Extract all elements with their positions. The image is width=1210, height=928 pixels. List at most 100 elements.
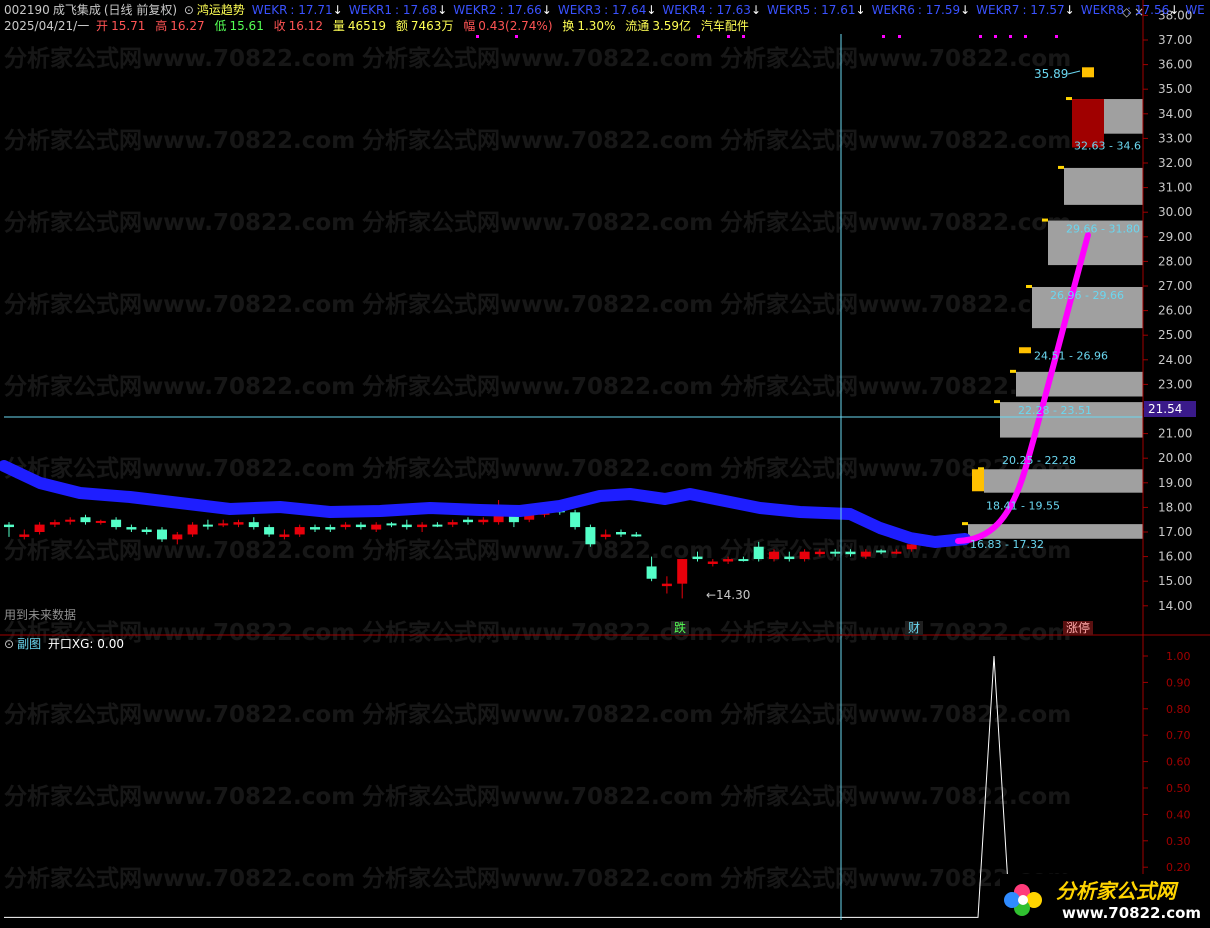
candle-body [707, 561, 718, 564]
wekr-item: WEKR3: 17.64↓ [558, 3, 660, 17]
watermark-text: 分析家公式网www.70822.com [720, 45, 1071, 72]
axis-label: 24.00 [1158, 353, 1192, 367]
watermark-text: 分析家公式网www.70822.com [362, 45, 713, 72]
candle-body [616, 532, 626, 535]
signal-dot [742, 35, 745, 38]
watermark-text: 分析家公式网www.70822.com [720, 127, 1071, 154]
axis-label: 16.00 [1158, 550, 1192, 564]
signal-dot [697, 35, 700, 38]
indicator-gear-icon[interactable]: ⊙ [184, 3, 194, 17]
candle-body [585, 527, 596, 545]
axis-label: 17.00 [1158, 525, 1192, 539]
amount-label: 额 [395, 19, 408, 33]
axis-label: 21.00 [1158, 427, 1192, 441]
sub-axis-label: 0.70 [1166, 729, 1191, 742]
candle-body [157, 529, 167, 540]
chart-window: { "header": { "code": "002190", "name": … [0, 0, 1210, 928]
sub-axis-label: 0.30 [1166, 835, 1191, 848]
wekr-label: WEKR8 [1080, 3, 1125, 17]
candle-body [447, 522, 458, 525]
signal-dot [476, 35, 479, 38]
zone-band [1016, 371, 1143, 397]
wekr-item: WEKR: 17.71↓ [252, 3, 346, 17]
signal-dot [1024, 35, 1027, 38]
sub-axis-label: 0.40 [1166, 808, 1191, 821]
axis-label: 26.00 [1158, 304, 1192, 318]
wekr-value: : 17.56 [1127, 3, 1170, 17]
axis-label: 18.00 [1158, 500, 1192, 514]
candle-body [784, 556, 795, 560]
signal-dot [1055, 35, 1058, 38]
title-bar: 002190 成飞集成 (日线 前复权) ⊙ 鸿运趋势 WEKR: 17.71↓ WEK… [4, 2, 1210, 18]
candle-body [65, 519, 76, 522]
sector-label[interactable]: 汽车配件 [701, 19, 749, 33]
candle-body [600, 534, 611, 537]
candle-body [401, 524, 412, 528]
low-arrow-icon: ← [706, 588, 716, 602]
quote-bar: 2025/04/21/一 开 15.71 高 16.27 低 15.61 收 16.12… [4, 18, 752, 34]
zone-label: 20.25 - 22.28 [1002, 454, 1076, 467]
candle-body [111, 519, 122, 528]
axis-label: 35.00 [1158, 82, 1192, 96]
watermark-text: 分析家公式网www.70822.com [4, 127, 355, 154]
candle-body [264, 527, 275, 535]
wekr-item: WE [1185, 3, 1210, 17]
watermark-text: 分析家公式网www.70822.com [4, 701, 355, 728]
logo-url: www.70822.com [1062, 904, 1200, 922]
wekr-item: WEKR5: 17.61↓ [767, 3, 869, 17]
wekr-value: : 17.66 [499, 3, 542, 17]
axis-label: 19.00 [1158, 476, 1192, 490]
indicator-name[interactable]: 鸿运趋势 [197, 3, 245, 17]
wekr-label: WEKR3 [557, 3, 602, 17]
wekr-value: : 17.71 [290, 3, 333, 17]
watermark-text: 分析家公式网www.70822.com [362, 701, 713, 728]
candle-body [248, 522, 259, 528]
candle-body [172, 534, 183, 540]
change-value: 0.43(2.74%) [478, 19, 553, 33]
watermark-text: 分析家公式网www.70822.com [720, 783, 1071, 810]
zone-marker [962, 522, 968, 526]
wekr-value: : 17.64 [604, 3, 647, 17]
candle-body [860, 551, 871, 557]
open-value: 15.71 [111, 19, 146, 33]
wekr-label: WEKR6 [871, 3, 915, 17]
sub-axis-label: 1.00 [1166, 650, 1191, 663]
candle-body [692, 556, 703, 560]
sub-axis-label: 0.60 [1166, 756, 1191, 769]
signal-die: 跌 [674, 620, 686, 635]
candle-body [753, 546, 764, 560]
price-axis: 38.0037.0036.0035.0034.0033.0032.0031.00… [1143, 8, 1192, 613]
candle-body [49, 522, 60, 525]
candle-body [310, 527, 320, 530]
zone-marker [1026, 284, 1032, 288]
wekr-label: WEKR2 [453, 3, 497, 17]
turnover-label: 换 [562, 19, 575, 33]
watermark-text: 分析家公式网www.70822.com [4, 455, 355, 482]
future-data-warning: 用到未来数据 [4, 607, 76, 622]
down-arrow-icon: ↓ [1169, 3, 1180, 17]
kline-chart[interactable]: 分析家公式网www.70822.com 分析家公式网www.70822.com 分析… [0, 0, 1210, 928]
wekr-value: : 17.59 [917, 3, 961, 17]
breakout-candle [1019, 347, 1031, 354]
candle-body [187, 524, 198, 535]
candle-body [646, 566, 657, 579]
watermark-text: 分析家公式网www.70822.com [4, 537, 355, 564]
candle-body [80, 517, 91, 523]
sub-gear-icon[interactable]: ⊙ [4, 637, 14, 651]
watermark-text: 分析家公式网www.70822.com [362, 455, 713, 482]
axis-label: 29.00 [1158, 230, 1192, 244]
stock-code[interactable]: 002190 [4, 3, 50, 17]
sub-title[interactable]: 副图 [17, 637, 41, 651]
period-label[interactable]: (日线 前复权) [104, 3, 177, 17]
top-candle [1082, 67, 1094, 78]
close-value: 16.12 [288, 19, 324, 33]
axis-label: 30.00 [1158, 205, 1192, 219]
watermark-text: 分析家公式网www.70822.com [362, 783, 713, 810]
wekr-label: WEKR7 [976, 3, 1020, 17]
candle-body [631, 534, 642, 537]
watermark-text: 分析家公式网www.70822.com [362, 865, 713, 892]
sub-axis-label: 0.20 [1166, 861, 1191, 874]
axis-label: 37.00 [1158, 33, 1192, 47]
axis-label: 27.00 [1158, 279, 1192, 293]
watermark-text: 分析家公式网www.70822.com [720, 619, 1071, 646]
